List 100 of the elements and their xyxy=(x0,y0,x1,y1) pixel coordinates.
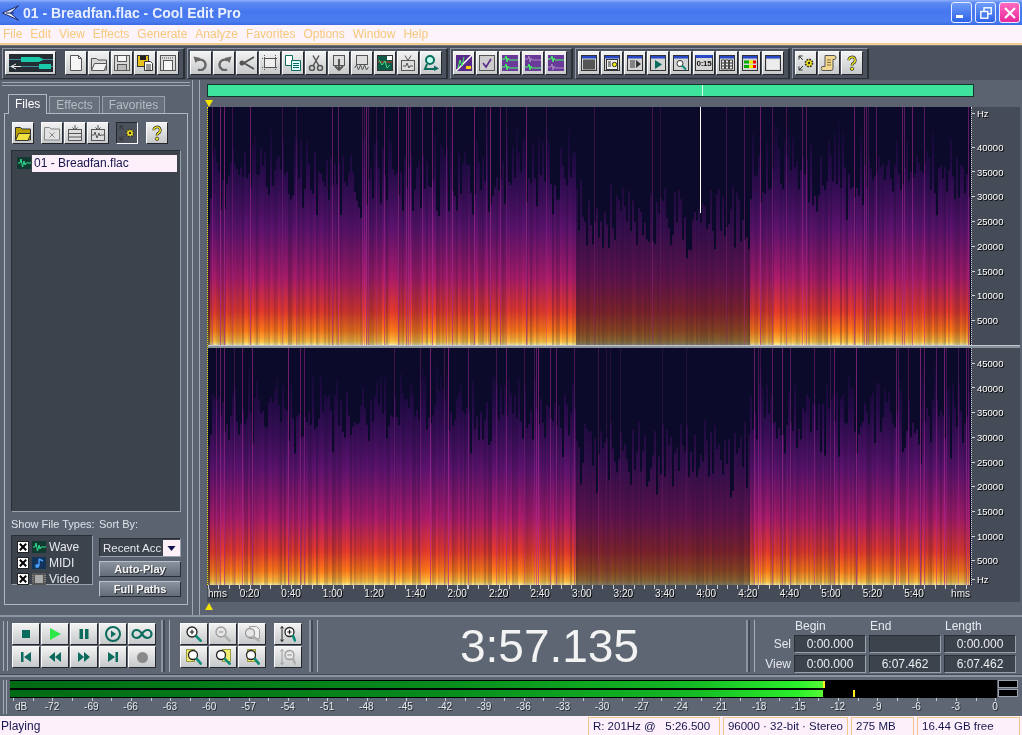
crop-icon xyxy=(262,55,278,71)
window-title: 01 - Breadfan.flac - Cool Edit Pro xyxy=(23,4,242,21)
help-icon xyxy=(149,125,165,141)
play-window-button[interactable] xyxy=(647,51,669,75)
graph-view-button[interactable] xyxy=(453,51,475,75)
open-button[interactable] xyxy=(88,51,110,75)
sort-dropdown[interactable]: Recent Acc xyxy=(99,538,181,557)
cut-button[interactable] xyxy=(305,51,327,75)
zoom-window-button[interactable] xyxy=(670,51,692,75)
column-label: End xyxy=(869,618,892,633)
copy-button[interactable] xyxy=(282,51,304,75)
checkbox[interactable] xyxy=(17,556,29,569)
lower-channel-button[interactable] xyxy=(522,51,544,75)
auto-play-button[interactable]: Auto-Play xyxy=(99,561,181,577)
tv-icon xyxy=(400,55,416,71)
play-to-end-button[interactable] xyxy=(99,623,127,645)
tv-button[interactable] xyxy=(397,51,419,75)
fast-forward-button[interactable] xyxy=(70,646,98,668)
menu-item[interactable]: View xyxy=(59,27,85,41)
save-button[interactable] xyxy=(111,51,133,75)
meter-window-button[interactable] xyxy=(739,51,761,75)
go-to-start-button[interactable] xyxy=(12,646,40,668)
list-window-button[interactable] xyxy=(601,51,623,75)
rewind-button[interactable] xyxy=(41,646,69,668)
file-list-item[interactable]: 01 - Breadfan.flac xyxy=(32,154,177,172)
grid-window-button[interactable] xyxy=(716,51,738,75)
open-file-button[interactable] xyxy=(12,122,34,144)
panel-splitter[interactable] xyxy=(192,80,200,615)
toolbar-grip[interactable] xyxy=(309,619,318,672)
save-all-button[interactable] xyxy=(134,51,156,75)
organizer-tab[interactable]: Effects xyxy=(49,96,100,113)
menu-item[interactable]: Favorites xyxy=(246,27,296,41)
time-format-button[interactable]: 0:15 xyxy=(693,51,715,75)
restore-icon xyxy=(979,6,992,19)
zoom-right-button[interactable] xyxy=(209,646,237,668)
zoom-in-button[interactable] xyxy=(180,623,208,645)
organizer-tab[interactable]: Favorites xyxy=(101,96,166,113)
stereo-button[interactable] xyxy=(499,51,521,75)
stop-button[interactable] xyxy=(12,623,40,645)
insert-tracks-button[interactable] xyxy=(64,122,86,144)
graph-button[interactable] xyxy=(374,51,396,75)
organizer-settings-button[interactable] xyxy=(116,122,138,144)
menu-item[interactable]: Window xyxy=(352,27,396,41)
db-label: -33 xyxy=(555,701,570,713)
pause-button[interactable] xyxy=(70,623,98,645)
toolbar-grip[interactable] xyxy=(746,619,755,672)
settings-button[interactable] xyxy=(795,51,817,75)
help-button[interactable] xyxy=(841,51,863,75)
vertical-zoom-in-button[interactable] xyxy=(274,623,302,645)
play-circle-icon xyxy=(105,626,121,642)
play-button[interactable] xyxy=(41,623,69,645)
scroll-button[interactable] xyxy=(818,51,840,75)
db-label: -12 xyxy=(830,701,845,713)
mode-switch-button[interactable] xyxy=(5,51,56,75)
toolbar-grip[interactable] xyxy=(161,619,170,672)
close-button[interactable] xyxy=(999,2,1020,23)
insert-wave-button[interactable] xyxy=(87,122,109,144)
restore-button[interactable] xyxy=(975,2,996,23)
undo-button[interactable] xyxy=(190,51,212,75)
blank-window-button[interactable] xyxy=(762,51,784,75)
record-button[interactable] xyxy=(128,646,156,668)
diagonal-graph-icon xyxy=(456,55,472,71)
time-label: 0:40 xyxy=(281,588,301,600)
new-file-button[interactable] xyxy=(65,51,87,75)
redo-button[interactable] xyxy=(213,51,235,75)
db-label: -69 xyxy=(84,701,99,713)
paste-button[interactable] xyxy=(328,51,350,75)
menu-item[interactable]: Analyze xyxy=(195,27,239,41)
menu-item[interactable]: File xyxy=(3,27,23,41)
menu-item[interactable]: Options xyxy=(303,27,345,41)
column-label: Begin xyxy=(794,618,826,633)
checkmark-button[interactable] xyxy=(476,51,498,75)
toolbar-grip[interactable] xyxy=(3,620,8,671)
menu-item[interactable]: Generate xyxy=(137,27,188,41)
zoom-selection-button[interactable] xyxy=(238,646,266,668)
menu-item[interactable]: Help xyxy=(403,27,429,41)
dark-window-icon xyxy=(581,55,597,71)
window-meter-icon xyxy=(742,55,758,71)
upper-channel-button[interactable] xyxy=(545,51,567,75)
organizer-tab[interactable]: Files xyxy=(8,94,48,114)
magnifier-arrow-button[interactable] xyxy=(420,51,442,75)
organizer-help-button[interactable] xyxy=(146,122,168,144)
db-label: -66 xyxy=(123,701,138,713)
checkbox[interactable] xyxy=(17,540,29,553)
checkbox[interactable] xyxy=(17,572,29,585)
dark-window-button[interactable] xyxy=(578,51,600,75)
full-paths-button[interactable]: Full Paths xyxy=(99,581,181,597)
minimize-button[interactable] xyxy=(951,2,972,23)
zoom-left-button[interactable] xyxy=(180,646,208,668)
go-to-end-button[interactable] xyxy=(99,646,127,668)
toolbar-grip[interactable] xyxy=(3,680,7,714)
trim-button[interactable] xyxy=(236,51,258,75)
menu-item[interactable]: Effects xyxy=(92,27,130,41)
mix-paste-button[interactable] xyxy=(351,51,373,75)
close-file-button[interactable] xyxy=(41,122,63,144)
frame-button[interactable] xyxy=(157,51,179,75)
loop-button[interactable] xyxy=(128,623,156,645)
arrow-window-button[interactable] xyxy=(624,51,646,75)
menu-item[interactable]: Edit xyxy=(30,27,52,41)
crop-button[interactable] xyxy=(259,51,281,75)
